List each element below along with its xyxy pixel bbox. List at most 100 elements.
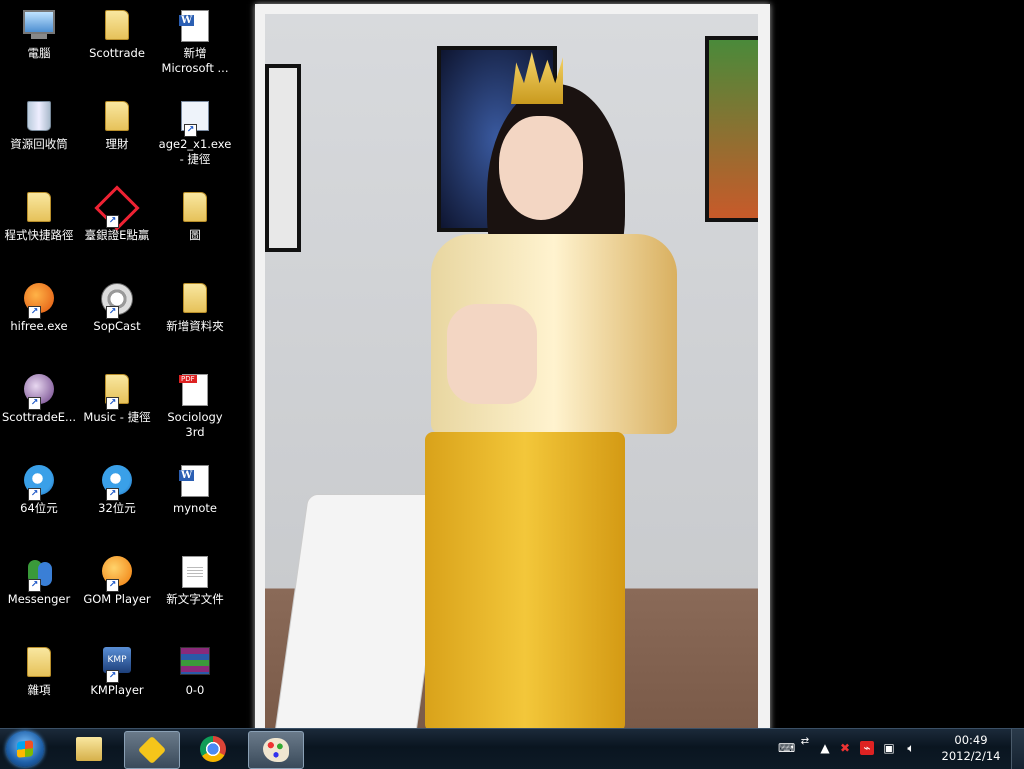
- icon-label: hifree.exe: [10, 319, 68, 333]
- kmplayer-shortcut[interactable]: KMP ↗ KMPlayer: [78, 643, 156, 723]
- folder-icon: [100, 101, 134, 135]
- icon-label: 新文字文件: [166, 592, 224, 606]
- icon-label: 新增 Microsoft ...: [161, 46, 229, 75]
- hands: [447, 304, 537, 404]
- paint-palette-icon: [263, 738, 289, 762]
- age2-shortcut[interactable]: ↗ age2_x1.exe - 捷徑: [156, 97, 234, 177]
- chrome-icon: [200, 736, 226, 762]
- photo-frame: [255, 4, 770, 732]
- messenger-shortcut[interactable]: ↗ Messenger: [0, 552, 78, 632]
- misc-folder-shortcut[interactable]: 雜項: [0, 643, 78, 723]
- icon-label: 程式快捷路徑: [4, 228, 74, 242]
- hifree-shortcut[interactable]: ↗ hifree.exe: [0, 279, 78, 359]
- folder-icon: [100, 10, 134, 44]
- folder-icon: [22, 192, 56, 226]
- icon-label: 電腦: [27, 46, 51, 60]
- hifree-icon: ↗: [22, 283, 56, 319]
- icon-label: KMPlayer: [90, 683, 144, 697]
- internet-explorer-icon: ↗: [22, 465, 56, 501]
- clock-time: 00:49: [954, 733, 988, 747]
- computer-icon-shortcut[interactable]: 電腦: [0, 6, 78, 86]
- music-shortcut[interactable]: ↗ Music - 捷徑: [78, 370, 156, 450]
- keyboard-icon[interactable]: ⌨: [778, 741, 795, 755]
- scottrade-elite-icon: ↗: [22, 374, 56, 410]
- bank-trading-shortcut[interactable]: ↗ 臺銀證E點贏: [78, 185, 156, 268]
- icon-label: SopCast: [93, 319, 141, 333]
- icon-label: 雜項: [27, 683, 51, 697]
- icon-label: 0-0: [185, 683, 205, 697]
- skirt: [425, 432, 625, 732]
- system-tray: ⌨ ⇄ ▲ ✖ ⌁ ▣ 🔈︎ 00:49 2012/2/14: [764, 729, 1024, 769]
- internet-explorer-icon: ↗: [100, 465, 134, 501]
- folder-icon: [22, 647, 56, 681]
- taskbar-explorer-button[interactable]: [62, 731, 116, 767]
- icon-label: ScottradeE...: [1, 410, 77, 424]
- start-button[interactable]: [6, 731, 44, 767]
- icon-label: GOM Player: [83, 592, 151, 606]
- kmplayer-icon: KMP ↗: [100, 647, 134, 683]
- new-word-doc[interactable]: W 新增 Microsoft ...: [156, 6, 234, 86]
- ie64-shortcut[interactable]: ↗ 64位元: [0, 461, 78, 541]
- mynote-doc[interactable]: W mynote: [156, 461, 234, 541]
- icon-label: Messenger: [7, 592, 71, 606]
- word-document-icon: W: [178, 10, 212, 44]
- computer-icon: [22, 10, 56, 44]
- archive-file[interactable]: 0-0: [156, 643, 234, 723]
- finance-folder[interactable]: 理財: [78, 97, 156, 177]
- sociology-pdf[interactable]: PDF Sociology 3rd: [156, 370, 234, 450]
- scottrade-elite-shortcut[interactable]: ↗ ScottradeE...: [0, 370, 78, 450]
- clock[interactable]: 00:49 2012/2/14: [936, 732, 1006, 764]
- show-hidden-icons-chevron-icon[interactable]: ▲: [818, 741, 832, 755]
- icon-label: 理財: [105, 137, 129, 151]
- folder-icon: ↗: [100, 374, 134, 410]
- folder-icon: [178, 192, 212, 226]
- icon-label: age2_x1.exe - 捷徑: [158, 137, 232, 166]
- icon-label: Sociology 3rd: [167, 410, 223, 439]
- scottrade-folder[interactable]: Scottrade: [78, 6, 156, 86]
- icon-label: 新增資料夾: [166, 319, 224, 333]
- text-file-icon: [178, 556, 212, 590]
- new-text-file[interactable]: 新文字文件: [156, 552, 234, 632]
- icon-label: 32位元: [98, 501, 136, 515]
- gom-player-shortcut[interactable]: ↗ GOM Player: [78, 552, 156, 632]
- folder-shortcut[interactable]: 程式快捷路徑: [0, 188, 78, 268]
- wall-art-left: [265, 64, 301, 252]
- icon-label: 圖: [189, 228, 201, 242]
- clock-date: 2012/2/14: [941, 749, 1001, 763]
- bank-trading-icon: ↗: [94, 185, 140, 231]
- folder-icon: [178, 283, 212, 317]
- icon-label: 資源回收筒: [10, 137, 68, 151]
- face: [499, 116, 583, 220]
- taskbar-app-button-active[interactable]: [124, 731, 180, 769]
- sopcast-shortcut[interactable]: ↗ SopCast: [78, 279, 156, 359]
- pdf-icon: PDF: [178, 374, 212, 408]
- taskbar-chrome-button[interactable]: [186, 731, 240, 767]
- new-folder[interactable]: 新增資料夾: [156, 279, 234, 359]
- ie32-shortcut[interactable]: ↗ 32位元: [78, 461, 156, 541]
- taskbar-paint-button[interactable]: [248, 731, 304, 769]
- show-desktop-button[interactable]: [1011, 729, 1024, 769]
- messenger-icon: ↗: [22, 556, 56, 592]
- icon-label: mynote: [173, 501, 217, 515]
- folder-icon: [76, 737, 102, 761]
- taskbar: ⌨ ⇄ ▲ ✖ ⌁ ▣ 🔈︎ 00:49 2012/2/14: [0, 728, 1024, 769]
- images-folder[interactable]: 圖: [156, 188, 234, 268]
- app-logo-icon: [137, 735, 167, 765]
- chair: [273, 494, 451, 732]
- winrar-archive-icon: [178, 647, 212, 681]
- gom-player-icon: ↗: [100, 556, 134, 592]
- network-icon[interactable]: ▣: [882, 741, 896, 755]
- volume-icon[interactable]: 🔈︎: [904, 741, 918, 755]
- recycle-bin-icon: [22, 101, 56, 135]
- sopcast-icon: ↗: [100, 283, 134, 319]
- word-document-icon: W: [178, 465, 212, 499]
- recycle-bin-shortcut[interactable]: 資源回收筒: [0, 97, 78, 177]
- icon-label: Scottrade: [89, 46, 145, 60]
- icon-label: 64位元: [20, 501, 58, 515]
- exe-icon: ↗: [178, 101, 212, 137]
- language-switch-icon[interactable]: ⇄: [798, 735, 812, 749]
- icon-label: Music - 捷徑: [83, 410, 151, 424]
- photo: [265, 14, 758, 732]
- pdf-reader-tray-icon[interactable]: ⌁: [860, 741, 874, 755]
- security-shield-icon[interactable]: ✖: [838, 741, 852, 755]
